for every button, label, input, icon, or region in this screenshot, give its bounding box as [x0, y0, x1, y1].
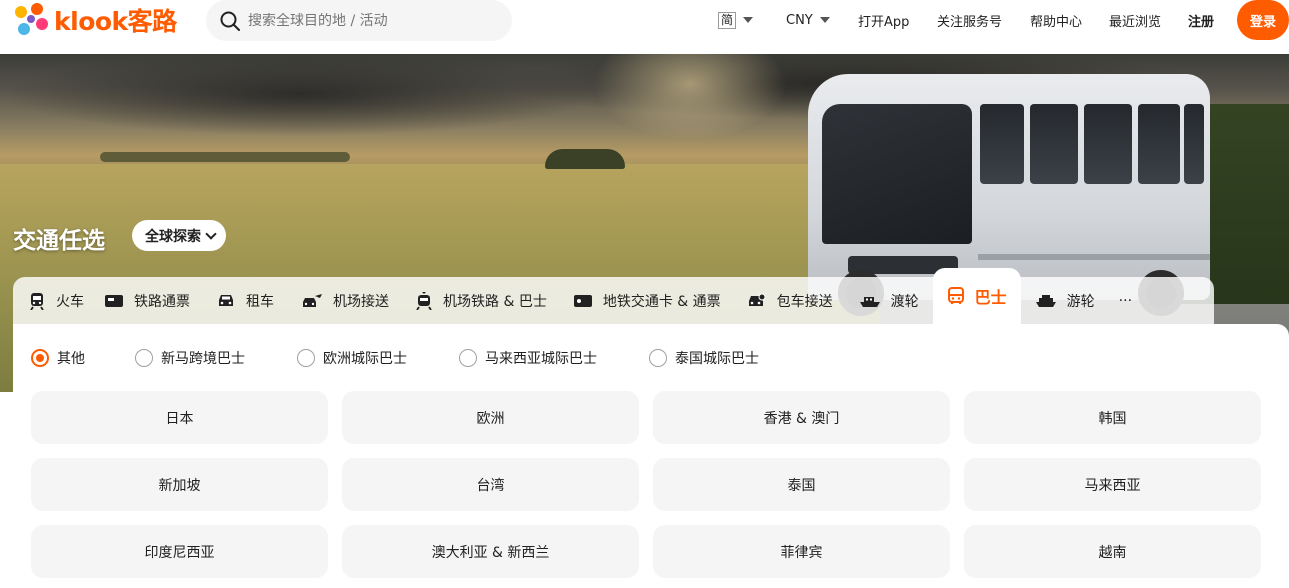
- more-categories-button[interactable]: ···: [1119, 277, 1132, 324]
- chevron-down-icon: [743, 17, 754, 23]
- hero-title: 交通任选: [13, 228, 105, 254]
- open-app-link[interactable]: 打开App: [858, 11, 909, 30]
- radio-icon: [135, 349, 153, 367]
- recently-viewed-link[interactable]: 最近浏览: [1109, 11, 1161, 30]
- radio-icon: [459, 349, 477, 367]
- filter-other[interactable]: 其他: [31, 348, 85, 368]
- klook-logo-icon: [12, 2, 50, 38]
- destination-tile[interactable]: 韩国: [964, 391, 1261, 444]
- destination-tile[interactable]: 马来西亚: [964, 458, 1261, 511]
- tab-airport-rail-bus[interactable]: 机场铁路 & 巴士: [415, 277, 547, 324]
- tab-car-rental[interactable]: 租车: [216, 277, 274, 324]
- bus-type-filters: 其他 新马跨境巴士 欧洲城际巴士 马来西亚城际巴士 泰国城际巴士: [31, 348, 759, 368]
- tab-charter-car[interactable]: 包车接送: [747, 277, 833, 324]
- destination-tile[interactable]: 越南: [964, 525, 1261, 578]
- destination-tile[interactable]: 香港 & 澳门: [653, 391, 950, 444]
- global-explore-label: 全球探索: [145, 228, 201, 245]
- destination-tile[interactable]: 台湾: [342, 458, 639, 511]
- login-button[interactable]: 登录: [1237, 0, 1289, 40]
- filter-europe-intercity[interactable]: 欧洲城际巴士: [297, 348, 407, 368]
- currency-selector[interactable]: CNY: [786, 0, 830, 40]
- tab-cruise[interactable]: 游轮: [1035, 277, 1095, 324]
- cruise-icon: [1035, 294, 1056, 307]
- klook-logo[interactable]: klook客路: [12, 2, 177, 38]
- destination-tile[interactable]: 菲律宾: [653, 525, 950, 578]
- search-bar[interactable]: [206, 0, 512, 41]
- car-icon: [219, 294, 233, 306]
- destination-grid: 日本 欧洲 香港 & 澳门 韩国 新加坡 台湾 泰国 马来西亚 印度尼西亚 澳大…: [31, 391, 1261, 578]
- tab-train[interactable]: 火车: [28, 277, 84, 324]
- ferry-icon: [859, 296, 880, 307]
- train-icon: [30, 292, 44, 310]
- airport-rail-icon: [416, 291, 432, 310]
- filter-thailand-intercity[interactable]: 泰国城际巴士: [649, 348, 759, 368]
- search-input[interactable]: [248, 12, 488, 29]
- destination-tile[interactable]: 新加坡: [31, 458, 328, 511]
- top-header: klook客路 简 CNY 打开App 关注服务号 帮助中心 最近浏览 注册 登…: [0, 0, 1289, 54]
- metro-card-icon: [573, 294, 592, 307]
- tab-metro-card[interactable]: 地铁交通卡 & 通票: [573, 277, 721, 324]
- radio-icon: [31, 349, 49, 367]
- search-icon: [220, 11, 240, 31]
- tab-bus[interactable]: 巴士: [932, 268, 1021, 324]
- destination-tile[interactable]: 印度尼西亚: [31, 525, 328, 578]
- airport-transfer-icon: [303, 293, 322, 307]
- more-icon: ···: [1118, 292, 1133, 309]
- destination-tile[interactable]: 日本: [31, 391, 328, 444]
- charter-car-icon: [748, 293, 766, 306]
- tab-ferry[interactable]: 渡轮: [859, 277, 919, 324]
- help-center-link[interactable]: 帮助中心: [1030, 11, 1082, 30]
- transport-category-tabs: 火车 铁路通票 租车 机场接送 机场铁路 & 巴士 地铁交通卡 & 通票 包车接…: [13, 268, 1214, 324]
- chevron-down-icon: [819, 17, 830, 23]
- rail-pass-icon: [105, 294, 123, 307]
- filter-malaysia-intercity[interactable]: 马来西亚城际巴士: [459, 348, 597, 368]
- tab-airport-transfer[interactable]: 机场接送: [301, 277, 389, 324]
- chevron-down-icon: [205, 227, 217, 240]
- tab-rail-pass[interactable]: 铁路通票: [104, 277, 190, 324]
- global-explore-button[interactable]: 全球探索: [132, 220, 226, 251]
- radio-icon: [297, 349, 315, 367]
- register-link[interactable]: 注册: [1188, 11, 1214, 30]
- currency-label: CNY: [786, 12, 813, 28]
- language-label: 简: [718, 11, 737, 29]
- language-selector[interactable]: 简: [718, 0, 754, 40]
- brand-name: klook客路: [54, 7, 177, 36]
- destination-tile[interactable]: 泰国: [653, 458, 950, 511]
- follow-service-link[interactable]: 关注服务号: [937, 11, 1002, 30]
- bus-icon: [947, 287, 964, 304]
- filter-sg-my-cross-border[interactable]: 新马跨境巴士: [135, 348, 245, 368]
- bus-destination-panel: 其他 新马跨境巴士 欧洲城际巴士 马来西亚城际巴士 泰国城际巴士 日本 欧洲 香…: [13, 324, 1289, 588]
- bus-image: [808, 74, 1210, 316]
- destination-tile[interactable]: 澳大利亚 & 新西兰: [342, 525, 639, 578]
- destination-tile[interactable]: 欧洲: [342, 391, 639, 444]
- radio-icon: [649, 349, 667, 367]
